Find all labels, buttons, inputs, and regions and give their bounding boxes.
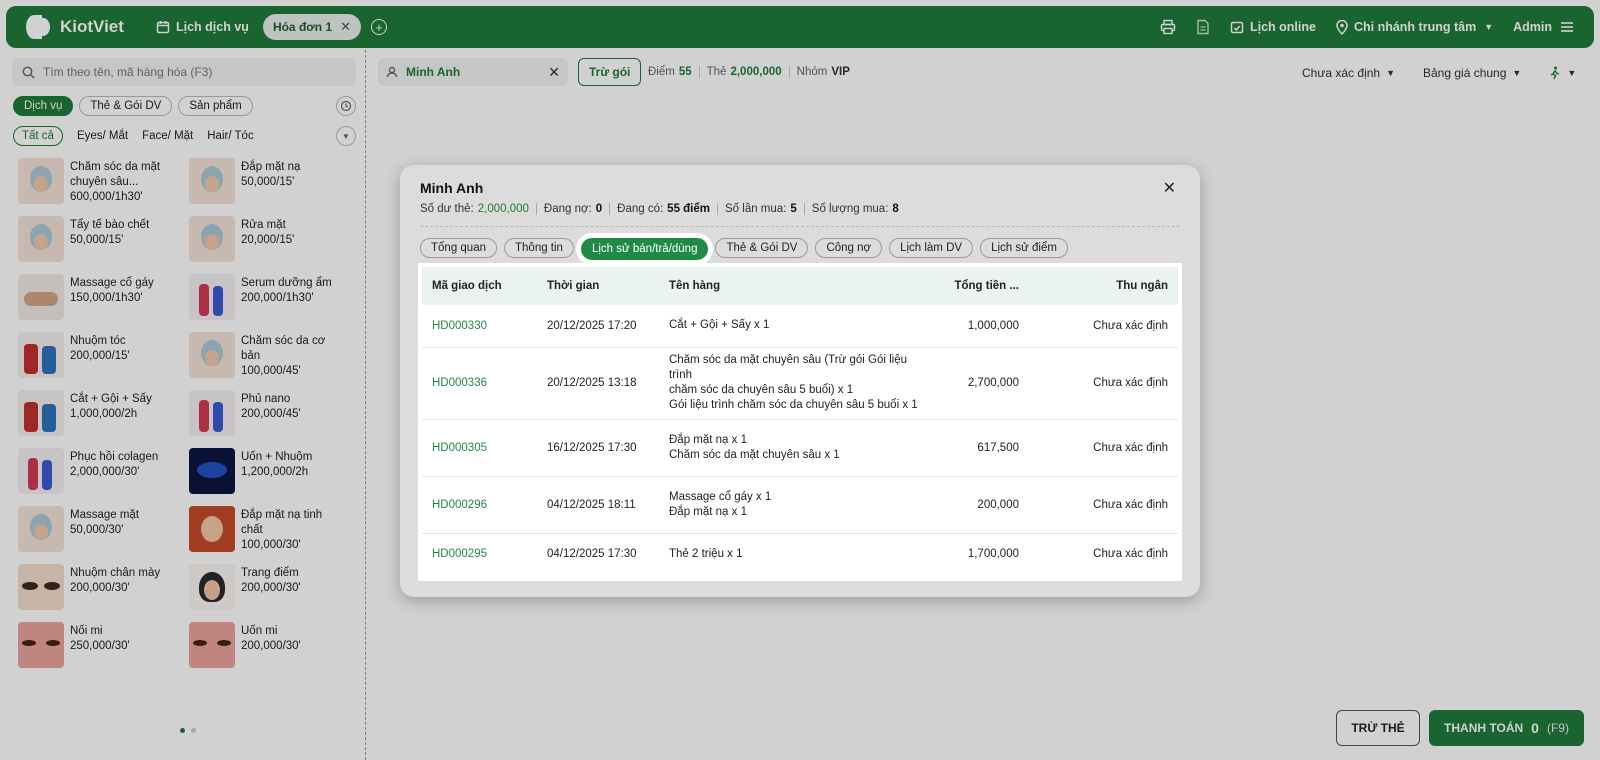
points-have-value: 55 điểm	[667, 203, 710, 215]
modal-tab[interactable]: Lịch sử điểm	[980, 238, 1068, 258]
close-icon[interactable]: ✕	[1163, 178, 1176, 198]
transaction-total: 617,500	[929, 419, 1029, 477]
points-have-label: Đang có:	[617, 203, 664, 215]
transaction-table: Mã giao dịch Thời gian Tên hàng Tổng tiề…	[422, 267, 1178, 575]
transaction-time: 04/12/2025 18:11	[537, 476, 659, 534]
balance-label: Số dư thẻ:	[420, 203, 474, 215]
table-body: HD000330 20/12/2025 17:20 Cắt + Gội + Sấy …	[422, 305, 1178, 575]
modal-tab[interactable]: Thông tin	[504, 238, 574, 258]
transaction-time: 20/12/2025 13:18	[537, 347, 659, 420]
modal-tabs: Tổng quan Thông tin Lịch sử bán/trả/dùng Th…	[420, 238, 1068, 260]
transaction-total: 1,700,000	[967, 548, 1019, 561]
col-time[interactable]: Thời gian	[537, 267, 659, 305]
modal-tab[interactable]: Lịch làm DV	[889, 238, 974, 258]
modal-title: Minh Anh	[420, 180, 484, 196]
transaction-time: 16/12/2025 17:30	[537, 419, 659, 477]
transaction-total: 200,000	[929, 476, 1029, 534]
table-row[interactable]: HD000295 04/12/2025 17:30 Thẻ 2 triệu x 1 1…	[422, 533, 1178, 575]
modal-tab[interactable]: Thẻ & Gói DV	[715, 238, 809, 258]
item-line: Đắp mặt nạ x 1	[669, 433, 747, 446]
transaction-code-link[interactable]: HD000296	[422, 476, 537, 534]
transaction-cashier: Chưa xác định	[1093, 548, 1168, 561]
transaction-cashier: Chưa xác định	[1029, 305, 1178, 348]
transaction-cashier: Chưa xác định	[1029, 347, 1178, 420]
transaction-total: 2,700,000	[929, 347, 1029, 420]
transaction-total: 1,000,000	[929, 305, 1029, 348]
transaction-table-container: Mã giao dịch Thời gian Tên hàng Tổng tiề…	[418, 263, 1182, 581]
transaction-items: Massage cổ gáy x 1 Đắp mặt nạ x 1	[659, 476, 929, 534]
col-total[interactable]: Tổng tiền ...	[929, 267, 1029, 305]
purchases-label: Số lần mua:	[725, 203, 787, 215]
item-line: Chăm sóc da mặt chuyên sâu x 1	[669, 448, 840, 461]
item-line: Massage cổ gáy x 1	[669, 490, 772, 503]
modal-tab[interactable]: Lịch sử bán/trả/dùng	[580, 238, 709, 260]
transaction-items: Cắt + Gội + Sấy x 1	[659, 305, 929, 348]
quantity-value: 8	[892, 203, 899, 215]
col-cashier[interactable]: Thu ngân	[1029, 267, 1178, 305]
modal-tab[interactable]: Công nợ	[815, 238, 883, 258]
item-line: Chăm sóc da mặt chuyên sâu (Trừ gói Gói …	[669, 354, 908, 381]
modal-tab[interactable]: Tổng quan	[420, 238, 497, 258]
transaction-items: Đắp mặt nạ x 1 Chăm sóc da mặt chuyên sâu…	[659, 419, 929, 477]
transaction-items: Thẻ 2 triệu x 1	[659, 533, 929, 575]
quantity-label: Số lượng mua:	[811, 203, 889, 215]
table-header: Mã giao dịch Thời gian Tên hàng Tổng tiề…	[422, 267, 1178, 305]
table-row[interactable]: HD000330 20/12/2025 17:20 Cắt + Gội + Sấy …	[422, 305, 1178, 348]
item-line: Đắp mặt nạ x 1	[669, 505, 747, 518]
item-line: Cắt + Gội + Sấy x 1	[669, 319, 770, 332]
divider	[420, 226, 1180, 227]
item-line: Gói liệu trình chăm sóc da chuyên sâu 5 …	[669, 399, 918, 411]
debt-label: Đang nợ:	[543, 203, 592, 215]
item-line: Thẻ 2 triệu x 1	[669, 547, 743, 560]
transaction-time: 20/12/2025 17:20	[537, 305, 659, 348]
purchases-value: 5	[790, 203, 797, 215]
table-row[interactable]: HD000305 16/12/2025 17:30 Đắp mặt nạ x 1 Ch…	[422, 419, 1178, 477]
customer-stats: Số dư thẻ: 2,000,000 Đang nợ: 0 Đang có: 55…	[420, 203, 899, 215]
table-row[interactable]: HD000336 20/12/2025 13:18 Chăm sóc da mặt …	[422, 347, 1178, 420]
transaction-time: 04/12/2025 17:30	[547, 548, 637, 561]
table-row[interactable]: HD000296 04/12/2025 18:11 Massage cổ gáy x…	[422, 476, 1178, 534]
transaction-cashier: Chưa xác định	[1029, 476, 1178, 534]
debt-value: 0	[595, 203, 603, 215]
transaction-code-link[interactable]: HD000336	[422, 347, 537, 420]
customer-history-modal: Minh Anh ✕ Số dư thẻ: 2,000,000 Đang nợ: 0…	[400, 165, 1200, 597]
balance-value: 2,000,000	[477, 203, 529, 215]
transaction-cashier: Chưa xác định	[1029, 419, 1178, 477]
transaction-items: Chăm sóc da mặt chuyên sâu (Trừ gói Gói …	[659, 347, 929, 420]
item-line: chăm sóc da chuyên sâu 5 buổi) x 1	[669, 384, 854, 396]
col-items[interactable]: Tên hàng	[659, 267, 929, 305]
transaction-code-link[interactable]: HD000305	[422, 419, 537, 477]
col-transaction-code[interactable]: Mã giao dịch	[422, 267, 537, 305]
transaction-code-link[interactable]: HD000295	[422, 533, 537, 575]
transaction-code-link[interactable]: HD000330	[422, 305, 537, 348]
